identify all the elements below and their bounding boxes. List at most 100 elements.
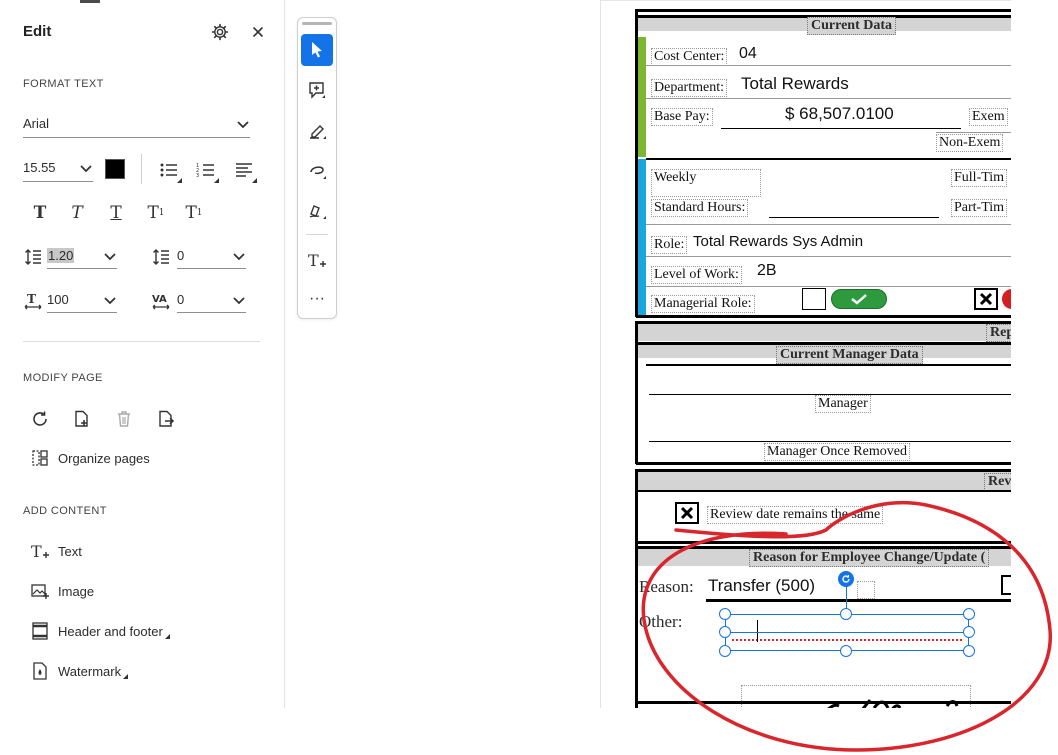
managerial-no-checkbox[interactable] <box>974 288 998 310</box>
sign-icon[interactable] <box>301 194 333 226</box>
frame-top-line <box>636 9 1011 12</box>
resize-handle[interactable] <box>719 645 731 657</box>
extract-page-icon[interactable] <box>155 408 177 430</box>
rotate-icon[interactable] <box>29 408 51 430</box>
cost-center-field[interactable]: 04 <box>739 45 757 63</box>
standard-hours-field[interactable] <box>769 217 939 218</box>
other-label: Other: <box>639 612 683 631</box>
organize-pages-icon <box>30 448 50 468</box>
align-left-icon[interactable] <box>231 157 257 183</box>
edit-panel: Edit FORMAT TEXT Arial 15.55 123 T T T T… <box>0 0 285 708</box>
submenu-indicator-icon <box>123 673 129 679</box>
bulleted-list-icon[interactable] <box>156 157 182 183</box>
add-comment-icon[interactable] <box>301 74 333 106</box>
blue-status-bar <box>638 159 646 315</box>
more-tools-icon[interactable]: ··· <box>301 283 333 315</box>
character-spacing-value: 0 <box>177 292 185 307</box>
quick-tools-toolbar: T ··· <box>297 17 337 319</box>
reason-dropdown-arrow[interactable] <box>1001 575 1011 595</box>
close-icon[interactable] <box>247 21 269 43</box>
resize-handle[interactable] <box>719 626 731 638</box>
watermark-icon <box>30 661 50 681</box>
pdf-page: Current Data Cost Center: 04 Department:… <box>601 1 1011 708</box>
line-spacing-dropdown[interactable]: 1.20 <box>47 243 117 269</box>
resize-handle[interactable] <box>840 608 852 620</box>
add-image-item[interactable]: Image <box>30 581 94 601</box>
svg-text:VA: VA <box>152 294 167 305</box>
resize-handle[interactable] <box>840 645 852 657</box>
base-pay-underline <box>721 128 961 129</box>
section-border <box>636 462 1011 465</box>
numbered-list-icon[interactable]: 123 <box>193 157 219 183</box>
review-date-checkbox[interactable] <box>675 502 699 524</box>
paragraph-spacing-value: 0 <box>177 248 185 263</box>
manager-once-removed-field[interactable] <box>649 441 1011 442</box>
chevron-down-icon <box>233 252 245 260</box>
highlight-icon[interactable] <box>301 114 333 146</box>
insert-page-icon[interactable] <box>71 408 93 430</box>
select-tool-icon[interactable] <box>301 34 333 66</box>
font-family-dropdown[interactable]: Arial <box>23 110 250 138</box>
italic-icon[interactable]: T <box>64 200 90 226</box>
header-footer-text: Header and footer <box>58 623 163 639</box>
add-text-item[interactable]: T Text <box>30 541 82 561</box>
watermark-label: Watermark <box>58 664 129 679</box>
reason-extra-field[interactable] <box>857 581 875 599</box>
svg-text:T: T <box>27 292 36 306</box>
organize-pages-item[interactable]: Organize pages <box>30 448 150 468</box>
font-size-dropdown[interactable]: 15.55 <box>23 154 93 182</box>
green-status-bar <box>638 37 646 157</box>
resize-handle[interactable] <box>963 645 975 657</box>
bold-icon[interactable]: T <box>27 200 53 226</box>
level-of-work-field[interactable]: 2B <box>757 262 777 280</box>
pdf-viewport: Current Data Cost Center: 04 Department:… <box>601 0 1011 708</box>
add-text-tool-icon[interactable]: T <box>301 244 333 276</box>
header-footer-item[interactable]: Header and footer <box>30 621 170 641</box>
current-manager-title: Current Manager Data <box>776 346 923 364</box>
reason-label: Reason: <box>639 577 694 596</box>
text-color-swatch[interactable] <box>105 159 125 179</box>
standard-hours-label: Standard Hours: <box>651 199 749 217</box>
app-root: Edit FORMAT TEXT Arial 15.55 123 T T T T… <box>0 0 1058 755</box>
weekly-label: Weekly <box>651 169 761 197</box>
settings-gear-icon[interactable] <box>209 21 231 43</box>
managerial-role-label: Managerial Role: <box>651 295 755 313</box>
draw-freeform-icon[interactable] <box>301 154 333 186</box>
frame-left-line <box>635 469 638 708</box>
chevron-down-icon <box>80 164 92 172</box>
reason-dropdown[interactable]: Transfer (500) <box>708 576 815 596</box>
rotate-handle-icon[interactable] <box>838 571 854 587</box>
resize-handle[interactable] <box>719 608 731 620</box>
character-spacing-icon: VA <box>150 290 172 312</box>
superscript-icon[interactable]: T1 <box>143 200 169 226</box>
line-spacing-icon <box>22 246 44 268</box>
format-text-label: FORMAT TEXT <box>23 78 104 90</box>
chevron-down-icon <box>104 296 116 304</box>
header-footer-icon <box>30 621 50 641</box>
part-time-label: Part-Tim <box>951 199 1008 217</box>
rev-header-bar <box>638 472 1011 490</box>
resize-handle[interactable] <box>963 608 975 620</box>
cost-center-label: Cost Center: <box>651 48 728 66</box>
divider <box>141 154 142 184</box>
underline-icon[interactable]: T <box>103 200 129 226</box>
paragraph-spacing-dropdown[interactable]: 0 <box>177 243 246 269</box>
resize-handle[interactable] <box>963 626 975 638</box>
horizontal-scale-dropdown[interactable]: 100 <box>47 287 117 313</box>
toolbar-grip[interactable] <box>302 22 332 25</box>
row-divider <box>646 256 1011 257</box>
department-field[interactable]: Total Rewards <box>741 74 849 94</box>
managerial-yes-checkbox[interactable] <box>802 288 826 310</box>
watermark-item[interactable]: Watermark <box>30 661 129 681</box>
role-field[interactable]: Total Rewards Sys Admin <box>693 233 863 250</box>
base-pay-field[interactable]: $ 68,507.0100 <box>785 104 894 124</box>
subscript-icon[interactable]: T1 <box>181 200 207 226</box>
delete-page-icon[interactable] <box>113 408 135 430</box>
row-divider <box>638 490 1011 492</box>
rep-header-bar <box>638 324 1011 341</box>
horizontal-scale-value: 100 <box>47 292 69 307</box>
base-pay-label: Base Pay: <box>651 108 713 126</box>
character-spacing-dropdown[interactable]: 0 <box>177 287 246 313</box>
row-divider <box>646 286 1011 287</box>
signature-field[interactable] <box>741 685 971 708</box>
